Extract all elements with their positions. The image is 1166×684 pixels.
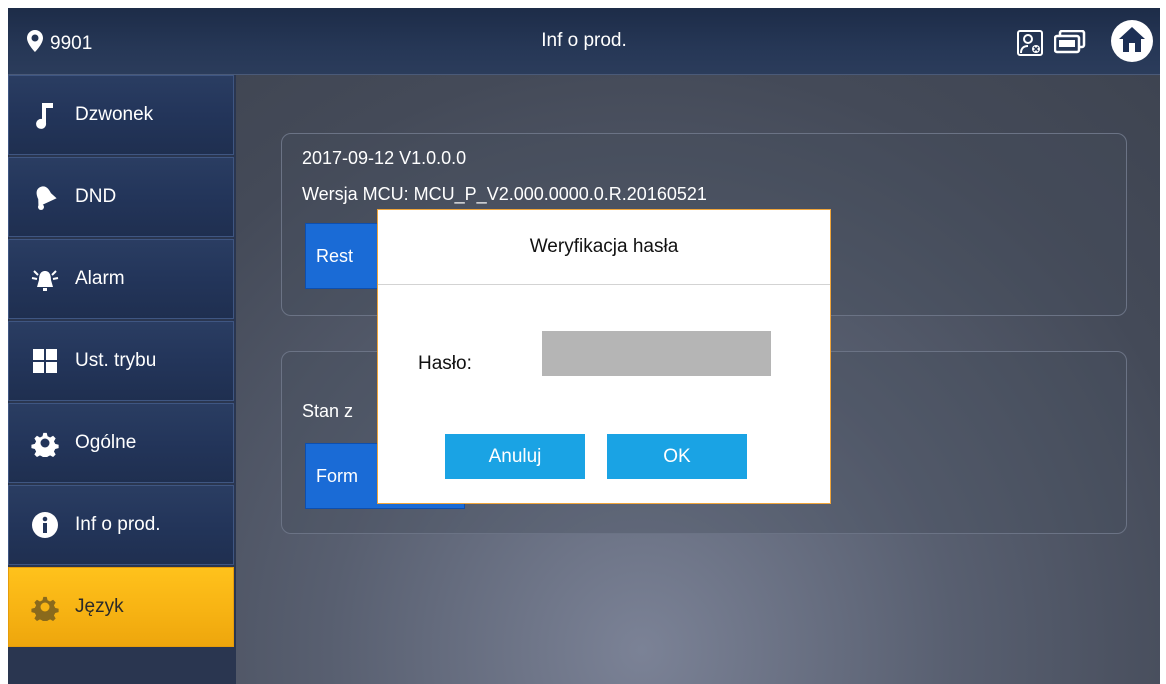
sidebar-item-dnd[interactable]: DND: [8, 157, 234, 237]
sidebar-item-label: Dzwonek: [75, 104, 154, 125]
sidebar-item-ogolne[interactable]: Ogólne: [8, 403, 234, 483]
restart-button-label: Rest: [316, 245, 354, 266]
bell-icon: [29, 181, 61, 213]
grid-icon: [29, 345, 61, 377]
sidebar-item-label: Inf o prod.: [75, 514, 161, 535]
sidebar-item-dzwonek[interactable]: Dzwonek: [8, 75, 234, 155]
alarm-icon: [29, 263, 61, 295]
sidebar-item-ust-trybu[interactable]: Ust. trybu: [8, 321, 234, 401]
dialog-title: Weryfikacja hasła: [529, 236, 679, 257]
monitor-icon: [1053, 29, 1086, 61]
gear-icon: [29, 591, 61, 623]
cancel-button[interactable]: Anuluj: [445, 434, 585, 479]
home-button[interactable]: [1111, 20, 1153, 62]
screen: 9901 Inf o prod. Dzwonek DND Alarm Ust. …: [8, 8, 1160, 684]
password-dialog: Weryfikacja hasła Hasło: Anuluj OK: [377, 209, 831, 504]
format-button-label: Form: [316, 465, 358, 486]
sidebar-item-label: Ogólne: [75, 432, 137, 453]
sidebar-item-inf-o-prod[interactable]: Inf o prod.: [8, 485, 234, 565]
page-title: Inf o prod.: [541, 30, 627, 51]
music-note-icon: [29, 99, 61, 131]
sidebar-item-label: Język: [75, 596, 124, 617]
password-input[interactable]: [542, 331, 771, 376]
contact-card-icon: [1017, 30, 1043, 61]
dialog-divider: [378, 284, 830, 285]
sidebar-item-jezyk[interactable]: Język: [8, 567, 234, 647]
password-label: Hasło:: [418, 353, 472, 374]
sidebar-item-label: Alarm: [75, 268, 125, 289]
sidebar-item-alarm[interactable]: Alarm: [8, 239, 234, 319]
sidebar-item-label: DND: [75, 186, 117, 207]
ok-button[interactable]: OK: [607, 434, 747, 479]
version-text: 2017-09-12 V1.0.0.0: [302, 148, 467, 168]
sidebar-item-label: Ust. trybu: [75, 350, 157, 371]
info-icon: [29, 509, 61, 541]
top-bar: 9901 Inf o prod.: [8, 8, 1160, 75]
sidebar: Dzwonek DND Alarm Ust. trybu Ogólne Inf …: [8, 75, 236, 684]
home-icon: [1117, 25, 1147, 58]
sd-status-text: Stan z: [302, 401, 354, 421]
gear-icon: [29, 427, 61, 459]
mcu-version-text: Wersja MCU: MCU_P_V2.000.0000.0.R.201605…: [302, 184, 707, 204]
